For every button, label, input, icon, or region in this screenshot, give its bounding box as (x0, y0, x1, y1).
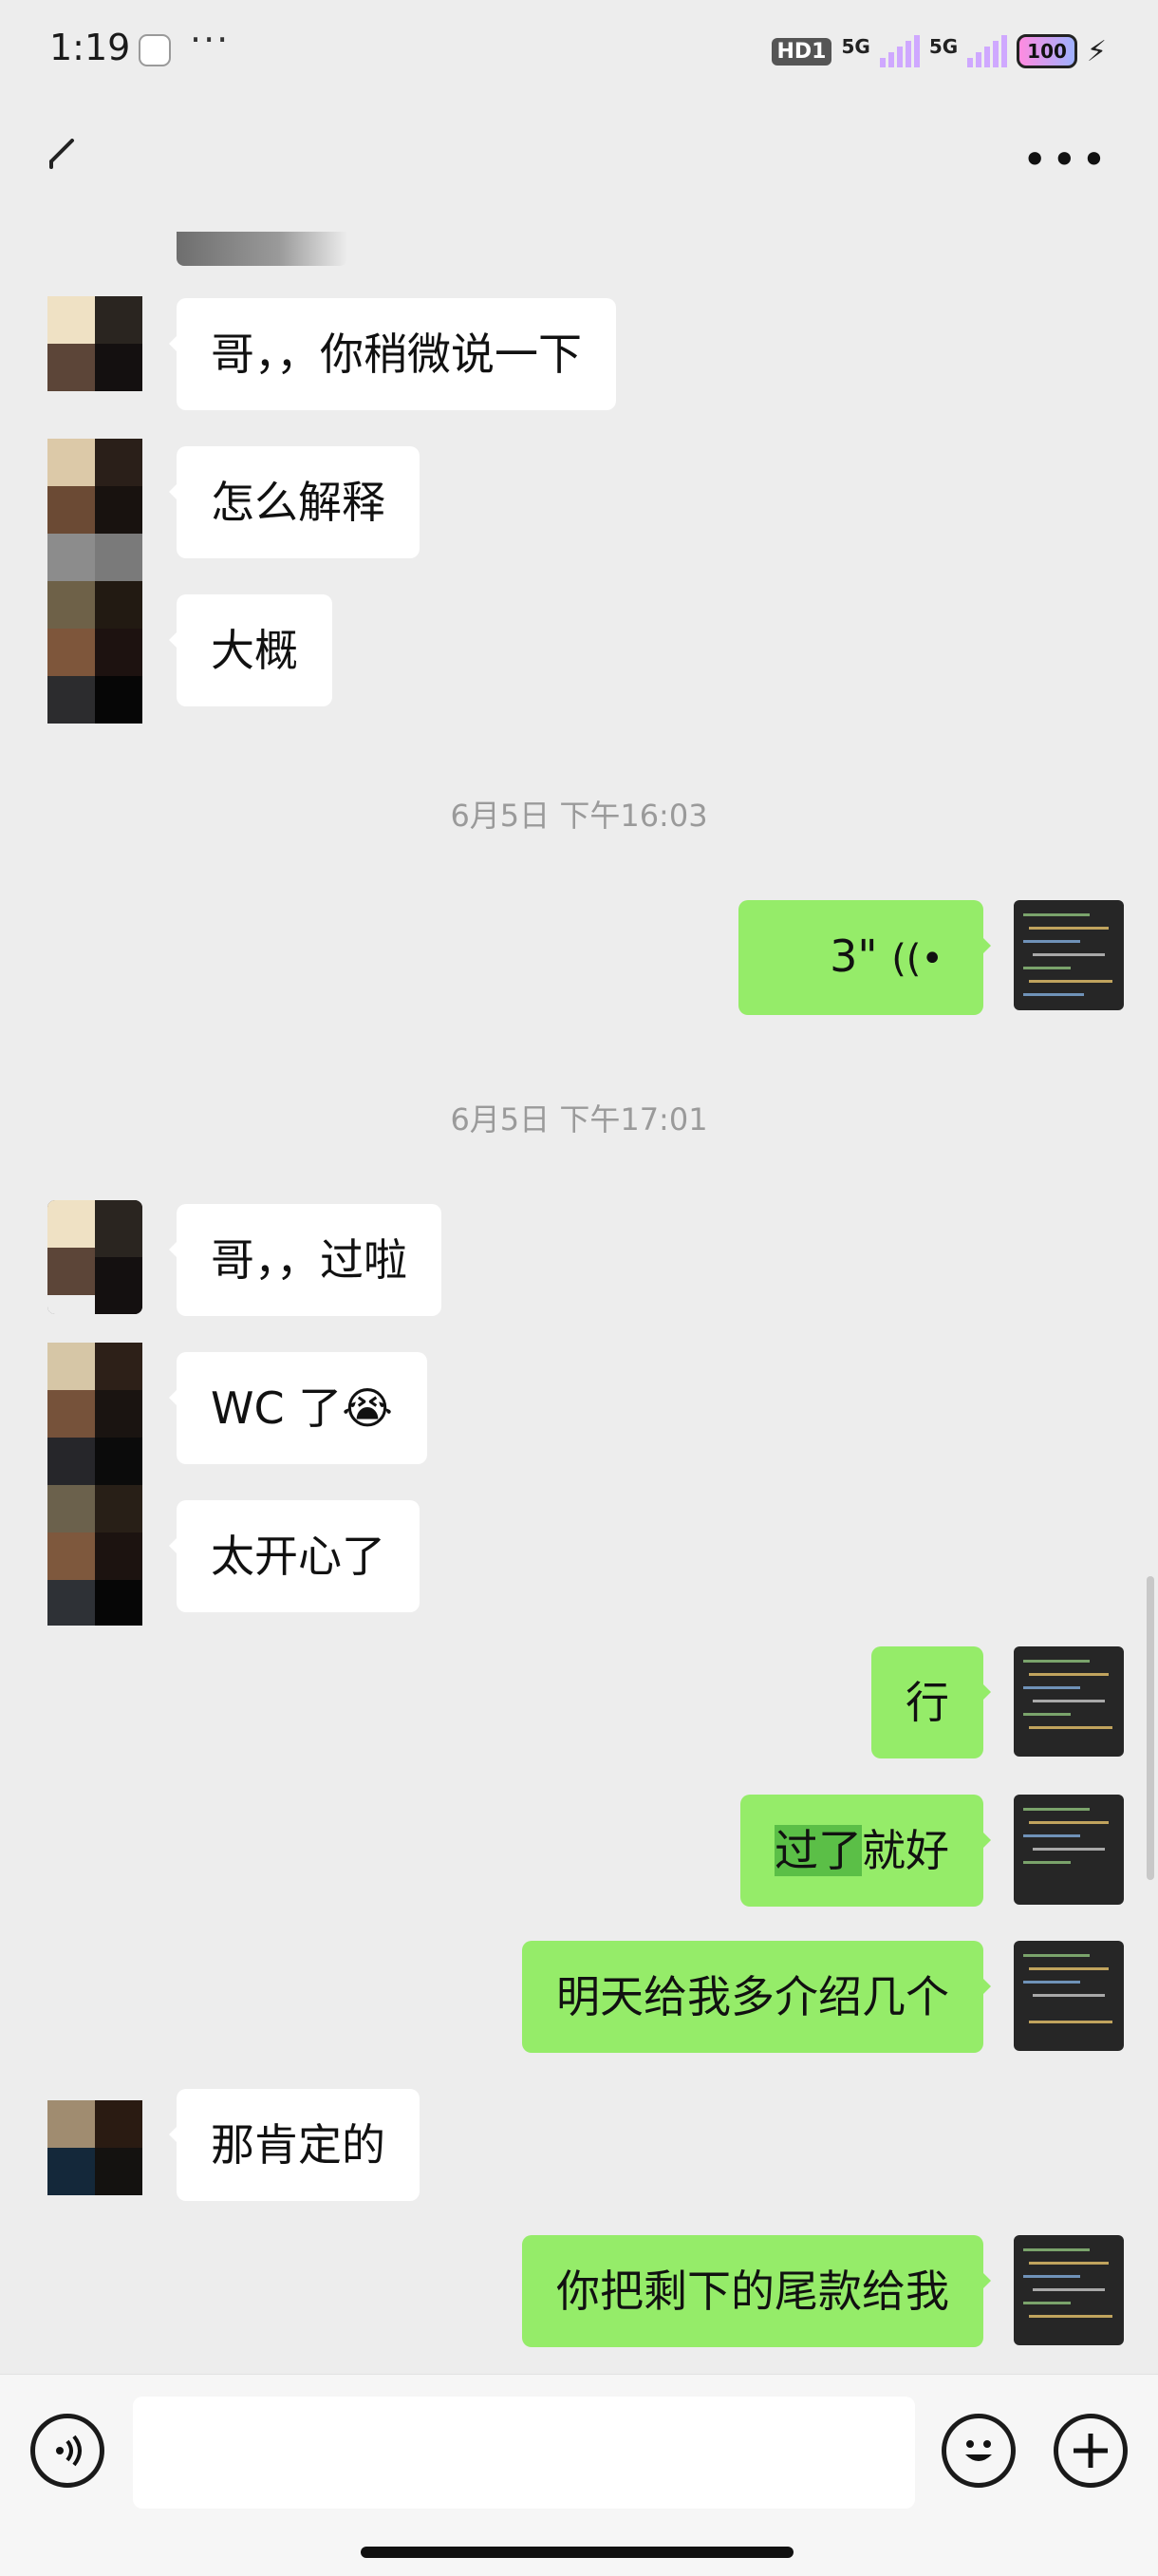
voice-message-bubble[interactable]: 3" ((• (738, 900, 991, 1015)
my-avatar[interactable] (1014, 900, 1124, 1010)
back-arrow-icon[interactable] (46, 139, 78, 171)
message-timestamp: 6月5日 下午17:01 (450, 1101, 708, 1138)
status-indicators: HD1 5G 5G 100 ⚡ (771, 32, 1107, 70)
status-time: 1:19 (49, 27, 131, 68)
message-bubble-in[interactable]: WC 了😭 (169, 1352, 427, 1464)
message-text: WC 了 (211, 1382, 343, 1434)
crying-laughing-emoji: 😭 (342, 1382, 393, 1434)
my-avatar[interactable] (1014, 1795, 1124, 1905)
network-label-1: 5G (841, 35, 870, 58)
signal-icon-2 (967, 35, 1008, 67)
scrollbar[interactable] (1147, 1576, 1154, 1880)
message-bubble-in[interactable]: 大概 (169, 594, 332, 706)
voice-input-icon[interactable] (30, 2414, 104, 2488)
message-bubble-out[interactable]: 过了就好 (740, 1795, 991, 1907)
message-bubble-out[interactable]: 行 (871, 1646, 991, 1758)
message-bubble-in[interactable]: 怎么解释 (169, 446, 420, 558)
message-input[interactable] (133, 2397, 915, 2509)
contact-avatar[interactable] (47, 296, 142, 391)
message-bubble-in[interactable]: 太开心了 (169, 1500, 420, 1612)
voice-wave-icon: ((• (891, 937, 943, 981)
battery-indicator: 100 (1017, 34, 1077, 68)
image-message-thumb[interactable] (177, 232, 347, 266)
plus-icon[interactable] (1054, 2414, 1128, 2488)
my-avatar[interactable] (1014, 2235, 1124, 2345)
message-bubble-in[interactable]: 哥，，过啦 (169, 1204, 441, 1316)
contact-avatar[interactable] (47, 2100, 142, 2195)
message-text: 就好 (862, 1825, 949, 1876)
message-bubble-in[interactable]: 哥，，你稍微说一下 (169, 298, 616, 410)
signal-icon (879, 35, 920, 67)
message-bubble-in[interactable]: 那肯定的 (169, 2089, 420, 2201)
contact-avatar[interactable] (47, 1200, 142, 1314)
notification-app-icon (139, 34, 171, 66)
message-timestamp: 6月5日 下午16:03 (450, 798, 708, 834)
emoji-icon[interactable] (942, 2414, 1016, 2488)
highlighted-text: 过了 (775, 1825, 862, 1876)
status-more-dots: ··· (190, 19, 231, 61)
hd-badge: HD1 (771, 37, 832, 66)
more-icon[interactable]: ••• (1022, 138, 1111, 181)
contact-avatar[interactable] (47, 1343, 142, 1626)
my-avatar[interactable] (1014, 1941, 1124, 2051)
voice-duration: 3" (830, 931, 878, 982)
charging-bolt-icon: ⚡ (1086, 34, 1107, 68)
home-indicator[interactable] (361, 2547, 794, 2558)
message-bubble-out[interactable]: 你把剩下的尾款给我 (522, 2235, 991, 2347)
contact-avatar[interactable] (47, 439, 142, 724)
network-label-2: 5G (928, 35, 959, 58)
message-bubble-out[interactable]: 明天给我多介绍几个 (522, 1941, 991, 2053)
my-avatar[interactable] (1014, 1646, 1124, 1757)
